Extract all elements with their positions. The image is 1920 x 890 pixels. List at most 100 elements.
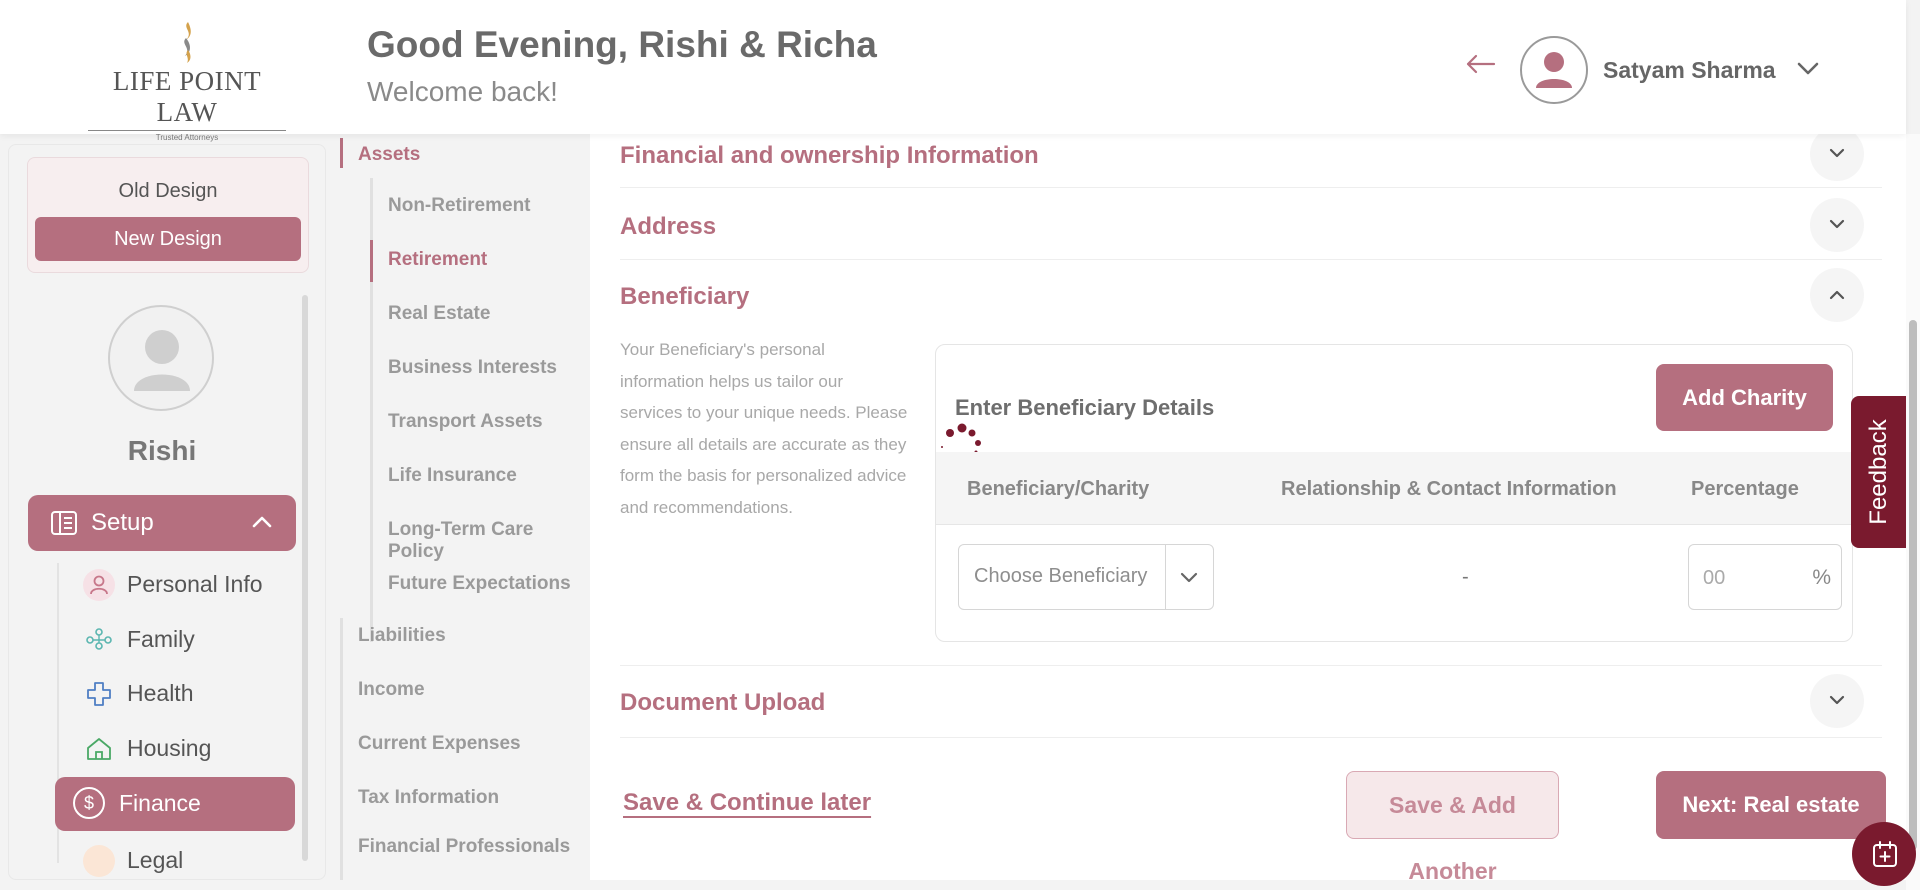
subnav-non-retirement[interactable]: Non-Retirement [388,195,531,217]
subnav-current-expenses[interactable]: Current Expenses [358,733,521,755]
chevron-down-icon [1829,148,1845,158]
subnav-transport-assets[interactable]: Transport Assets [388,411,543,433]
chevron-down-icon [1829,695,1845,705]
subnav-child-indicator [370,240,373,282]
beneficiary-description: Your Beneficiary's personal information … [620,340,908,517]
sidebar-item-label: Personal Info [127,571,263,597]
sidebar-item-health[interactable]: Health [69,670,295,716]
logo-text: LIFE POINT LAW [112,66,262,127]
subnav-assets[interactable]: Assets [358,144,420,166]
add-charity-button[interactable]: Add Charity [1656,364,1833,431]
left-sidebar: Old Design New Design Rishi Setup Person… [8,144,326,880]
select-placeholder: Choose Beneficiary [974,565,1148,587]
sidebar-item-label: Housing [127,735,212,761]
subnav-income[interactable]: Income [358,679,425,701]
beneficiary-table-header: Beneficiary/Charity Relationship & Conta… [936,452,1852,525]
logo-flame-icon [184,22,191,63]
scrollbar-thumb[interactable] [1909,320,1917,850]
loading-spinner-icon [941,423,981,454]
column-percentage: Percentage [1691,478,1799,500]
life-point-law-logo[interactable]: LIFE POINT LAW Trusted Attorneys [84,20,290,142]
accordion-title[interactable]: Beneficiary [620,283,749,311]
chevron-down-icon[interactable] [1796,60,1820,76]
accordion-financial[interactable]: Financial and ownership Information [620,127,1882,188]
accordion-title: Document Upload [620,689,826,716]
subnav-retirement[interactable]: Retirement [388,249,487,271]
feedback-tab[interactable]: Feedback [1851,396,1906,548]
accordion-toggle[interactable] [1810,127,1864,181]
chevron-up-icon [1829,290,1845,300]
accordion-document-upload[interactable]: Document Upload [620,666,1882,738]
profile-name: Rishi [127,435,197,466]
setup-menu-toggle[interactable]: Setup [28,495,296,551]
calendar-add-button[interactable] [1852,822,1916,886]
logo-tagline: Trusted Attorneys [88,130,286,142]
legal-icon [83,845,115,877]
sidebar-item-label: Finance [119,790,201,816]
profile-avatar [108,305,214,411]
subnav-long-term-care[interactable]: Long-Term Care Policy [388,519,590,563]
column-relationship: Relationship & Contact Information [1281,478,1617,500]
select-divider [1165,545,1166,609]
family-icon [83,624,115,656]
design-switcher: Old Design New Design [27,157,309,273]
column-beneficiary: Beneficiary/Charity [967,478,1150,500]
sidebar-item-personal-info[interactable]: Personal Info [69,561,295,607]
chevron-down-icon [1180,572,1198,583]
user-name[interactable]: Satyam Sharma [1603,57,1776,84]
top-header: LIFE POINT LAW Trusted Attorneys Good Ev… [0,0,1906,142]
save-add-another-button[interactable]: Save & Add Another [1346,771,1559,884]
accordion-toggle[interactable] [1810,198,1864,252]
accordion-title: Financial and ownership Information [620,142,1039,169]
dollar-icon: $ [73,787,105,819]
beneficiary-select[interactable]: Choose Beneficiary [958,544,1214,610]
sidebar-item-legal[interactable]: Legal [69,837,295,879]
subnav-rail [340,618,343,880]
setup-book-icon [51,511,77,535]
sidebar-item-housing[interactable]: Housing [69,725,295,771]
main-panel: Financial and ownership Information Addr… [590,127,1906,884]
back-arrow-icon[interactable] [1464,52,1496,76]
sidebar-item-finance[interactable]: $ Finance [55,777,295,831]
percent-sign: % [1812,566,1831,589]
user-avatar-icon [1536,52,1572,88]
subnav-real-estate[interactable]: Real Estate [388,303,490,325]
subnav-business-interests[interactable]: Business Interests [388,357,557,379]
chevron-up-icon [252,516,272,528]
new-design-button[interactable]: New Design [35,217,301,261]
save-continue-later-link[interactable]: Save & Continue later [623,789,871,817]
percentage-placeholder: 00 [1703,567,1726,589]
chevron-down-icon [1829,219,1845,229]
sidebar-item-label: Health [127,680,194,706]
house-icon [83,733,115,765]
welcome-subtitle: Welcome back! [367,76,558,107]
accordion-toggle[interactable] [1810,268,1864,322]
accordion-address[interactable]: Address [620,188,1882,260]
subnav-financial-professionals[interactable]: Financial Professionals [358,836,570,858]
person-icon [83,569,115,601]
feedback-label: Feedback [1864,419,1892,525]
svg-text:$: $ [84,793,94,813]
user-avatar[interactable] [1520,36,1588,104]
accordion-toggle[interactable] [1810,674,1864,728]
sidebar-item-label: Family [127,626,195,652]
health-cross-icon [83,678,115,710]
page-scrollbar[interactable] [1906,134,1920,890]
sidebar-item-family[interactable]: Family [69,616,295,662]
next-real-estate-button[interactable]: Next: Real estate [1656,771,1886,839]
subnav-future-expectations[interactable]: Future Expectations [388,573,571,595]
old-design-option[interactable]: Old Design [28,180,308,203]
finance-subnav: Assets Non-Retirement Retirement Real Es… [336,134,590,880]
greeting-title: Good Evening, Rishi & Richa [367,24,877,65]
accordion-title: Address [620,213,717,240]
subnav-life-insurance[interactable]: Life Insurance [388,465,517,487]
beneficiary-card: Enter Beneficiary Details Add Charity Be… [935,344,1853,642]
card-title: Enter Beneficiary Details [955,395,1215,420]
subnav-liabilities[interactable]: Liabilities [358,625,446,647]
percentage-input[interactable]: 00 % [1688,544,1842,610]
subnav-indicator [340,138,343,168]
sidebar-scrollbar[interactable] [302,295,308,861]
sidebar-item-label: Legal [127,847,184,873]
subnav-tax-information[interactable]: Tax Information [358,787,499,809]
profile-placeholder-icon [134,330,190,391]
